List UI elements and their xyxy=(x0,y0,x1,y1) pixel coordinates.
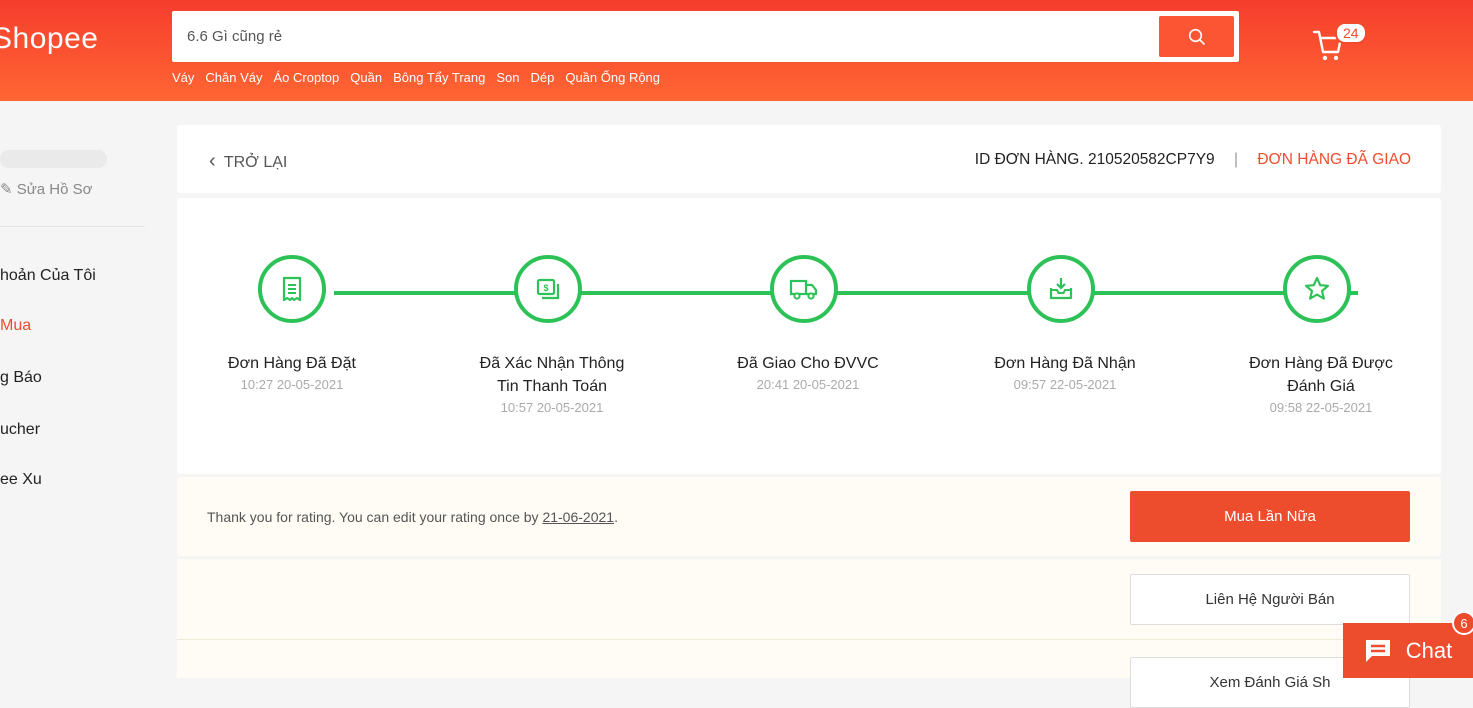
search-bar xyxy=(172,11,1239,62)
suggestion-link[interactable]: Bông Tẩy Trang xyxy=(393,70,485,85)
sidebar-item-purchases[interactable]: Mua xyxy=(0,317,31,335)
step-1-text: Đơn Hàng Đã Đặt 10:27 20-05-2021 xyxy=(192,352,392,392)
star-icon xyxy=(1304,276,1330,300)
sidebar-item-account[interactable]: hoản Của Tôi xyxy=(0,267,96,285)
step-3-text: Đã Giao Cho ĐVVC 20:41 20-05-2021 xyxy=(708,352,908,392)
rating-deadline: 21-06-2021 xyxy=(542,509,615,525)
sidebar-item-notifications[interactable]: g Báo xyxy=(0,369,42,387)
search-button[interactable] xyxy=(1159,16,1234,57)
step-title: Đơn Hàng Đã Đặt xyxy=(228,355,356,372)
edit-profile-link[interactable]: ✎ Sửa Hồ Sơ xyxy=(0,180,93,198)
divider xyxy=(0,226,145,227)
sidebar-item-voucher[interactable]: ucher xyxy=(0,421,40,439)
money-icon: $ xyxy=(536,278,560,300)
step-2-circle: $ xyxy=(514,255,582,323)
suggestion-link[interactable]: Quần xyxy=(350,70,382,85)
step-time: 20:41 20-05-2021 xyxy=(756,377,860,392)
suggestion-link[interactable]: Chân Váy xyxy=(205,70,262,85)
header: Shopee Váy Chân Váy Áo Croptop Quần Bông… xyxy=(0,0,1473,101)
rating-notice: Thank you for rating. You can edit your … xyxy=(207,509,618,525)
progress-line xyxy=(334,291,1358,295)
order-status: ĐƠN HÀNG ĐÃ GIAO xyxy=(1257,151,1411,168)
order-progress-stepper: $ Đơn Hàng Đã Đặt 10:27 20-05-2021 Đã Xá… xyxy=(177,198,1441,474)
step-time: 09:58 22-05-2021 xyxy=(1269,400,1373,415)
search-input[interactable] xyxy=(187,11,1147,62)
receipt-icon xyxy=(282,276,302,302)
search-icon xyxy=(1188,28,1205,45)
chevron-left-icon: ‹ xyxy=(209,150,216,172)
step-4-circle xyxy=(1027,255,1095,323)
order-header-card: ‹ TRỞ LẠI ID ĐƠN HÀNG. 210520582CP7Y9 | … xyxy=(177,125,1441,193)
chat-label: Chat xyxy=(1405,637,1453,663)
step-title: Đơn Hàng Đã Được Đánh Giá xyxy=(1249,355,1393,395)
search-suggestions: Váy Chân Váy Áo Croptop Quần Bông Tẩy Tr… xyxy=(172,70,660,85)
chat-button[interactable]: Chat xyxy=(1343,623,1473,678)
step-3-circle xyxy=(770,255,838,323)
contact-seller-button[interactable]: Liên Hệ Người Bán xyxy=(1130,574,1410,625)
inbox-download-icon xyxy=(1049,278,1073,300)
pencil-icon: ✎ xyxy=(0,181,13,198)
step-4-text: Đơn Hàng Đã Nhận 09:57 22-05-2021 xyxy=(965,352,1165,392)
cart-count-badge: 24 xyxy=(1335,22,1367,44)
order-id-info: ID ĐƠN HÀNG. 210520582CP7Y9 | ĐƠN HÀNG Đ… xyxy=(975,151,1411,169)
truck-icon xyxy=(789,279,818,300)
step-time: 10:57 20-05-2021 xyxy=(500,400,604,415)
step-5-circle xyxy=(1283,255,1351,323)
separator: | xyxy=(1233,151,1239,168)
suggestion-link[interactable]: Dép xyxy=(530,70,554,85)
suggestion-link[interactable]: Áo Croptop xyxy=(274,70,340,85)
step-5-text: Đơn Hàng Đã Được Đánh Giá 09:58 22-05-20… xyxy=(1221,352,1421,415)
rating-notice-bar: Thank you for rating. You can edit your … xyxy=(177,477,1441,556)
suggestion-link[interactable]: Son xyxy=(496,70,519,85)
back-button[interactable]: ‹ TRỞ LẠI xyxy=(209,150,287,173)
step-time: 09:57 22-05-2021 xyxy=(1013,377,1117,392)
suggestion-link[interactable]: Váy xyxy=(172,70,194,85)
account-sidebar: ✎ Sửa Hồ Sơ hoản Của Tôi Mua g Báo ucher… xyxy=(0,101,160,678)
rating-period: . xyxy=(614,509,618,525)
step-2-text: Đã Xác Nhận Thông Tin Thanh Toán 10:57 2… xyxy=(452,352,652,415)
shopee-logo[interactable]: Shopee xyxy=(0,22,98,56)
username-redacted xyxy=(0,150,107,168)
chat-unread-badge: 6 xyxy=(1452,611,1473,635)
rating-notice-text: Thank you for rating. You can edit your … xyxy=(207,509,539,525)
step-title: Đơn Hàng Đã Nhận xyxy=(994,355,1136,372)
order-actions: Liên Hệ Người Bán Xem Đánh Giá Sh xyxy=(177,559,1441,708)
sidebar-item-coins[interactable]: ee Xu xyxy=(0,471,42,489)
back-label: TRỞ LẠI xyxy=(223,154,288,171)
divider xyxy=(177,639,1441,640)
step-title: Đã Xác Nhận Thông Tin Thanh Toán xyxy=(479,355,625,395)
chat-icon xyxy=(1365,639,1390,662)
svg-text:$: $ xyxy=(543,283,548,293)
step-1-circle xyxy=(258,255,326,323)
suggestion-link[interactable]: Quần Ống Rộng xyxy=(565,70,660,85)
order-id: ID ĐƠN HÀNG. 210520582CP7Y9 xyxy=(974,151,1215,168)
buy-again-button[interactable]: Mua Lần Nữa xyxy=(1130,491,1410,542)
step-title: Đã Giao Cho ĐVVC xyxy=(737,355,879,372)
step-time: 10:27 20-05-2021 xyxy=(240,377,344,392)
edit-profile-label: Sửa Hồ Sơ xyxy=(16,181,93,198)
